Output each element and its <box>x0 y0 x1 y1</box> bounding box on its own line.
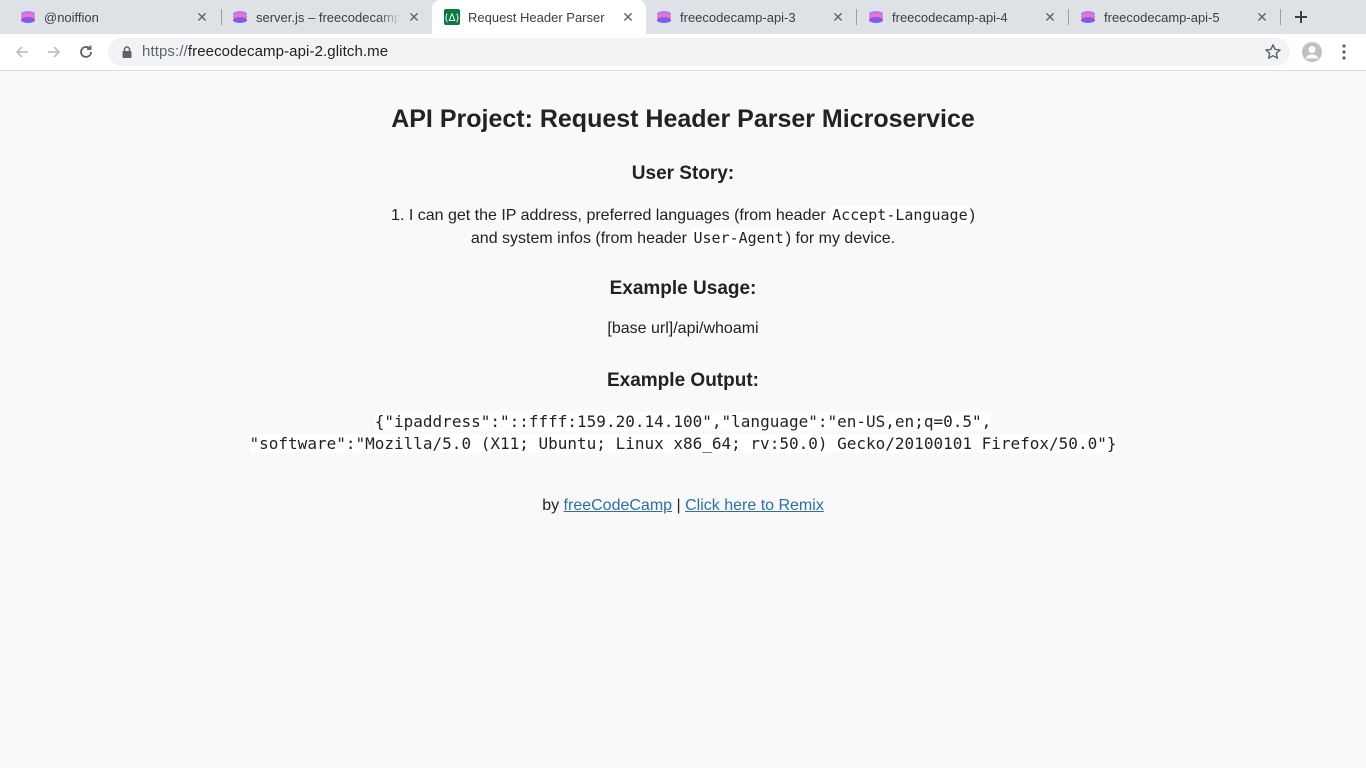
freecodecamp-link[interactable]: freeCodeCamp <box>564 497 673 514</box>
story-text: I can get the IP address, preferred lang… <box>408 207 826 224</box>
tab-api-3[interactable]: freecodecamp-api-3 ✕ <box>644 0 856 34</box>
close-icon[interactable]: ✕ <box>1042 9 1058 25</box>
star-icon[interactable] <box>1264 43 1282 61</box>
example-usage-heading: Example Usage: <box>609 278 757 299</box>
example-output-heading: Example Output: <box>606 370 759 391</box>
url-text: https://freecodecamp-api-2.glitch.me <box>142 38 388 66</box>
profile-avatar-icon[interactable] <box>1300 40 1324 64</box>
story-text: ) <box>969 207 975 224</box>
accept-language-code: Accept-Language <box>830 206 970 224</box>
page-title: API Project: Request Header Parser Micro… <box>391 105 975 133</box>
story-number: 1. <box>391 207 405 224</box>
lock-icon <box>122 46 132 58</box>
tab-title: server.js – freecodecamp <box>256 9 400 25</box>
glitch-icon <box>232 9 248 25</box>
output-line: {"ipaddress":"::ffff:159.20.14.100","lan… <box>374 412 992 431</box>
page-content: API Project: Request Header Parser Micro… <box>0 71 1366 768</box>
footer: by freeCodeCamp | Click here to Remix <box>0 495 1366 517</box>
new-tab-button[interactable] <box>1289 5 1313 29</box>
plus-icon <box>1295 11 1307 23</box>
forward-button[interactable] <box>40 38 68 66</box>
back-button[interactable] <box>8 38 36 66</box>
tab-title: @noiffion <box>44 9 99 25</box>
glitch-icon <box>868 9 884 25</box>
tab-noiffion[interactable]: @noiffion ✕ <box>8 0 220 34</box>
tab-api-4[interactable]: freecodecamp-api-4 ✕ <box>856 0 1068 34</box>
close-icon[interactable]: ✕ <box>620 9 636 25</box>
url-host: freecodecamp-api-2.glitch.me <box>187 43 389 60</box>
tab-title: freecodecamp-api-4 <box>892 9 1008 25</box>
glitch-icon <box>20 9 36 25</box>
story-text: and system infos (from header <box>470 230 687 247</box>
svg-text:(ᐃ): (ᐃ) <box>445 13 460 24</box>
tab-api-5[interactable]: freecodecamp-api-5 ✕ <box>1068 0 1280 34</box>
footer-separator: | <box>676 497 681 514</box>
glitch-icon <box>656 9 672 25</box>
address-bar[interactable]: https://freecodecamp-api-2.glitch.me <box>108 38 1290 66</box>
example-output-code: {"ipaddress":"::ffff:159.20.14.100","lan… <box>0 411 1366 455</box>
tab-strip: @noiffion ✕ server.js – freecodecamp ✕ (… <box>0 0 1366 34</box>
story-text: ) for my device. <box>785 230 896 247</box>
close-icon[interactable]: ✕ <box>1254 9 1270 25</box>
reload-button[interactable] <box>72 38 100 66</box>
remix-link[interactable]: Click here to Remix <box>685 497 824 514</box>
close-icon[interactable]: ✕ <box>830 9 846 25</box>
output-line: "software":"Mozilla/5.0 (X11; Ubuntu; Li… <box>249 434 1117 453</box>
tab-title: freecodecamp-api-3 <box>680 9 796 25</box>
tab-title: freecodecamp-api-5 <box>1104 9 1220 25</box>
user-agent-code: User-Agent <box>691 229 786 247</box>
tab-title: Request Header Parser <box>468 9 605 25</box>
user-story-heading: User Story: <box>631 163 735 184</box>
close-icon[interactable]: ✕ <box>406 9 422 25</box>
tab-request-header-parser[interactable]: (ᐃ) Request Header Parser ✕ <box>432 0 646 34</box>
tab-server-js[interactable]: server.js – freecodecamp ✕ <box>220 0 432 34</box>
user-story-item: 1. I can get the IP address, preferred l… <box>0 204 1366 250</box>
more-vert-icon <box>1342 44 1346 60</box>
close-icon[interactable]: ✕ <box>194 9 210 25</box>
reload-icon <box>80 45 92 58</box>
forward-arrow-icon <box>48 46 61 58</box>
url-scheme: https:// <box>142 43 188 60</box>
tab-divider <box>1280 9 1281 25</box>
glitch-icon <box>1080 9 1096 25</box>
back-arrow-icon <box>15 46 28 58</box>
browser-menu-button[interactable] <box>1334 40 1354 64</box>
footer-by: by <box>542 497 560 514</box>
example-usage-text: [base url]/api/whoami <box>607 320 759 337</box>
fcc-icon: (ᐃ) <box>444 9 460 25</box>
browser-toolbar: https://freecodecamp-api-2.glitch.me <box>0 34 1366 71</box>
